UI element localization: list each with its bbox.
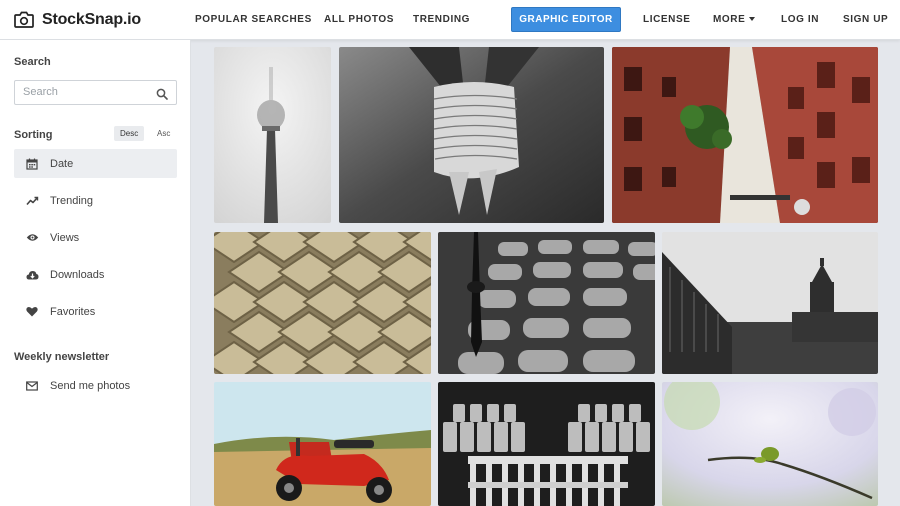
photo-red-scooter[interactable] <box>214 382 431 506</box>
nav-more[interactable]: MORE <box>713 14 756 25</box>
top-navbar: StockSnap.io POPULAR SEARCHES ALL PHOTOS… <box>0 0 900 40</box>
graphic-editor-button[interactable]: GRAPHIC EDITOR <box>511 7 621 32</box>
search-field[interactable] <box>14 80 177 105</box>
nav-more-label: MORE <box>713 14 746 25</box>
camera-icon <box>14 11 34 28</box>
photo-tied-hands[interactable] <box>339 47 604 223</box>
sort-desc-toggle[interactable]: Desc <box>114 126 145 141</box>
nav-signup[interactable]: SIGN UP <box>843 14 888 25</box>
eye-icon <box>25 231 39 245</box>
nav-license[interactable]: LICENSE <box>643 14 691 25</box>
photo-bridge-clocktower[interactable] <box>662 232 878 374</box>
trend-line-icon <box>25 194 39 208</box>
brand-logo[interactable]: StockSnap.io <box>14 11 182 29</box>
sort-item-label: Date <box>50 157 74 170</box>
sort-item-downloads[interactable]: Downloads <box>14 260 177 289</box>
sort-item-views[interactable]: Views <box>14 223 177 252</box>
sort-item-label: Views <box>50 231 80 244</box>
sort-asc-toggle[interactable]: Asc <box>151 126 176 141</box>
photo-cobblestone-reflection[interactable] <box>438 232 655 374</box>
sort-item-label: Downloads <box>50 268 105 281</box>
photo-green-bud[interactable] <box>662 382 878 506</box>
chevron-down-icon <box>749 17 756 22</box>
sidebar: Search Sorting Desc Asc Date Trending Vi… <box>0 40 191 506</box>
search-icon[interactable] <box>156 87 168 105</box>
search-input[interactable] <box>23 86 153 98</box>
sorting-heading: Sorting <box>14 129 53 141</box>
heart-icon <box>25 305 39 319</box>
sort-item-favorites[interactable]: Favorites <box>14 297 177 326</box>
sort-item-label: Trending <box>50 194 94 207</box>
photo-ravioli[interactable] <box>214 232 431 374</box>
nav-login[interactable]: LOG IN <box>781 14 819 25</box>
nav-trending[interactable]: TRENDING <box>413 14 470 25</box>
photo-bench-chairs[interactable] <box>438 382 655 506</box>
nav-all-photos[interactable]: ALL PHOTOS <box>324 14 394 25</box>
sort-item-trending[interactable]: Trending <box>14 186 177 215</box>
newsletter-label: Send me photos <box>50 379 131 392</box>
newsletter-heading: Weekly newsletter <box>14 351 110 363</box>
sort-item-date[interactable]: Date <box>14 149 177 178</box>
cloud-download-icon <box>25 268 39 282</box>
envelope-icon <box>25 379 39 393</box>
brand-name: StockSnap.io <box>42 10 141 28</box>
photo-tv-tower-fog[interactable] <box>214 47 331 223</box>
photo-red-buildings[interactable] <box>612 47 878 223</box>
graphic-editor-label: GRAPHIC EDITOR <box>519 14 613 25</box>
search-heading: Search <box>14 56 51 68</box>
sort-item-label: Favorites <box>50 305 96 318</box>
newsletter-send-photos[interactable]: Send me photos <box>14 371 177 400</box>
calendar-icon <box>25 157 39 171</box>
nav-popular-searches[interactable]: POPULAR SEARCHES <box>195 14 312 25</box>
